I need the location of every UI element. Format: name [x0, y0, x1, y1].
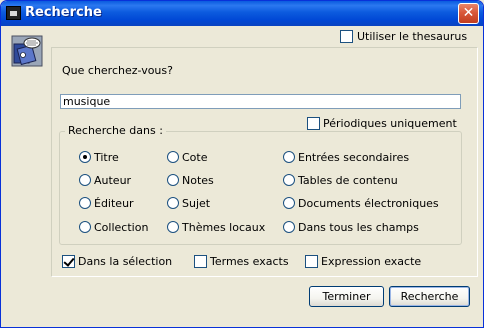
- radio-tables-contenu[interactable]: [283, 174, 295, 186]
- radio-label-editeur[interactable]: Éditeur: [94, 197, 134, 210]
- radio-label-collection[interactable]: Collection: [94, 221, 148, 234]
- radio-label-auteur[interactable]: Auteur: [94, 174, 131, 187]
- close-icon: ✕: [462, 5, 475, 21]
- application-icon: [6, 6, 21, 20]
- radio-entrees-secondaires[interactable]: [283, 151, 295, 163]
- thesaurus-label[interactable]: Utiliser le thesaurus: [357, 30, 467, 43]
- radio-label-tous-champs[interactable]: Dans tous les champs: [298, 221, 419, 234]
- radio-auteur[interactable]: [79, 174, 91, 186]
- radio-sujet[interactable]: [167, 197, 179, 209]
- radio-titre[interactable]: [79, 151, 91, 163]
- radio-themes-locaux[interactable]: [167, 221, 179, 233]
- radio-tous-champs[interactable]: [283, 221, 295, 233]
- thesaurus-checkbox[interactable]: [340, 30, 353, 43]
- radio-label-tables-contenu[interactable]: Tables de contenu: [298, 174, 398, 187]
- expression-exacte-checkbox[interactable]: [305, 255, 318, 268]
- close-button[interactable]: ✕: [458, 3, 479, 24]
- terminer-button[interactable]: Terminer: [309, 286, 384, 307]
- termes-exacts-checkbox[interactable]: [194, 255, 207, 268]
- recherche-button[interactable]: Recherche: [389, 286, 470, 307]
- dans-selection-label[interactable]: Dans la sélection: [78, 255, 172, 268]
- radio-label-cote[interactable]: Cote: [182, 151, 208, 164]
- radio-cote[interactable]: [167, 151, 179, 163]
- dans-selection-checkbox[interactable]: [62, 255, 75, 268]
- search-fields-legend: Recherche dans :: [65, 124, 166, 137]
- expression-exacte-label[interactable]: Expression exacte: [321, 255, 421, 268]
- termes-exacts-label[interactable]: Termes exacts: [210, 255, 289, 268]
- radio-label-themes-locaux[interactable]: Thèmes locaux: [182, 221, 265, 234]
- periodiques-checkbox[interactable]: [307, 117, 320, 130]
- window-title: Recherche: [25, 5, 102, 20]
- radio-label-documents-electroniques[interactable]: Documents électroniques: [298, 197, 439, 210]
- radio-notes[interactable]: [167, 174, 179, 186]
- query-label: Que cherchez-vous?: [62, 64, 173, 77]
- radio-documents-electroniques[interactable]: [283, 197, 295, 209]
- radio-editeur[interactable]: [79, 197, 91, 209]
- title-bar[interactable]: Recherche ✕: [1, 1, 483, 26]
- radio-collection[interactable]: [79, 221, 91, 233]
- radio-label-entrees-secondaires[interactable]: Entrées secondaires: [298, 151, 409, 164]
- radio-label-notes[interactable]: Notes: [182, 174, 214, 187]
- radio-label-titre[interactable]: Titre: [94, 151, 119, 164]
- search-input[interactable]: [60, 94, 461, 109]
- dictionary-mascot-icon: [11, 35, 43, 67]
- periodiques-label[interactable]: Périodiques uniquement: [323, 117, 457, 130]
- radio-label-sujet[interactable]: Sujet: [182, 197, 210, 210]
